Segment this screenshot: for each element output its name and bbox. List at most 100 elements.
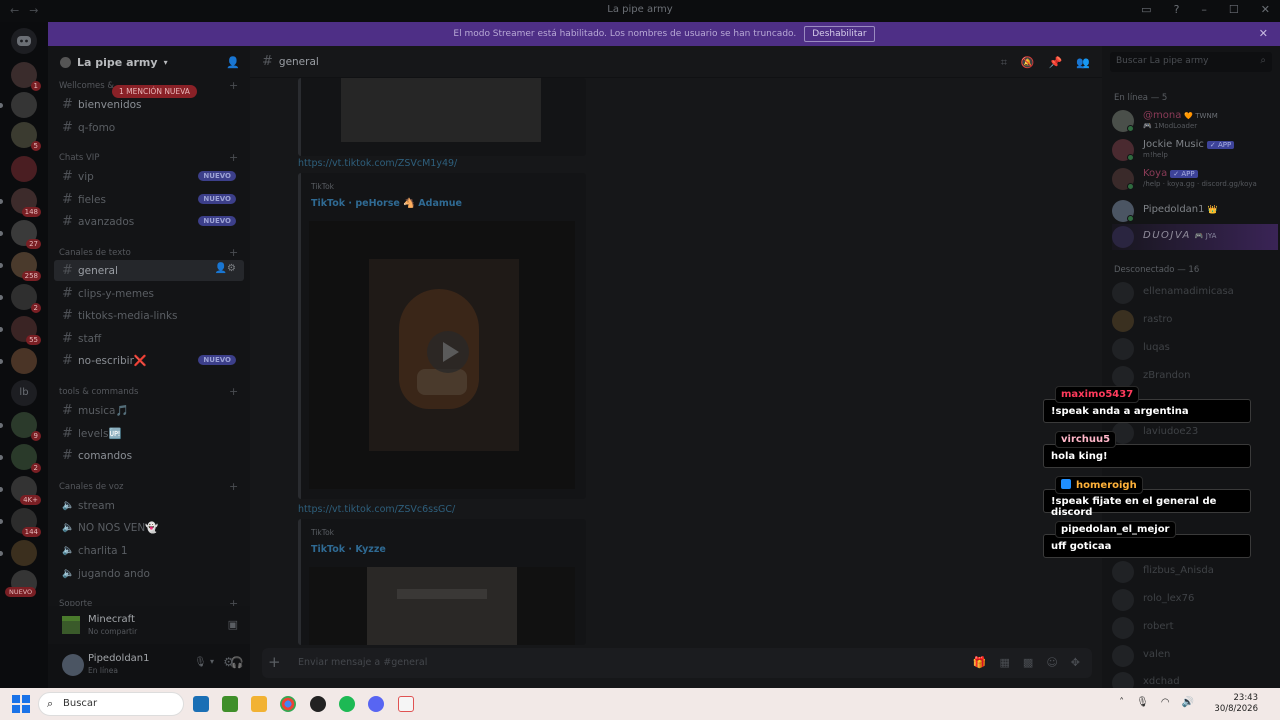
disable-streamer-button[interactable]: Deshabilitar	[804, 26, 875, 42]
member-item[interactable]: ellenamadimicasa	[1112, 280, 1278, 306]
channel-tiktoks-media-links[interactable]: # tiktoks-media-links	[54, 305, 244, 326]
maximize-button[interactable]: ☐	[1229, 3, 1239, 16]
avatar[interactable]	[62, 654, 84, 676]
voice-channel-jugando-ando[interactable]: 🔈 jugando ando	[54, 563, 244, 584]
member-item[interactable]: laviudoe23	[1112, 420, 1278, 446]
system-clock[interactable]: 23:43 30/8/2026	[1214, 693, 1258, 715]
server-icon-2[interactable]	[0, 92, 37, 118]
server-header[interactable]: La pipe army ▾ 👤	[48, 46, 250, 78]
channel-fieles[interactable]: # fieles NUEVO	[54, 189, 244, 210]
category-voice[interactable]: Canales de voz +	[59, 480, 238, 493]
emoji-icon[interactable]: ☺	[1046, 656, 1057, 669]
voice-channel-charlita[interactable]: 🔈 charlita 1	[54, 540, 244, 561]
obs-icon[interactable]	[310, 696, 326, 712]
gif-icon[interactable]: ▦	[1000, 656, 1010, 669]
voice-channel-stream[interactable]: 🔈 stream	[54, 495, 244, 516]
member-item[interactable]: rastro	[1112, 308, 1278, 334]
embed-thumbnail[interactable]	[341, 78, 541, 142]
add-channel-icon[interactable]: +	[229, 246, 238, 259]
category-text[interactable]: Canales de texto +	[59, 246, 238, 259]
chrome-icon[interactable]	[280, 696, 296, 712]
store-app-icon[interactable]	[193, 696, 209, 712]
message-composer[interactable]: + Enviar mensaje a #general 🎁 ▦ ▩ ☺ ✥	[262, 648, 1092, 678]
server-icon-6[interactable]: 27	[0, 220, 41, 249]
server-icon-11[interactable]: 9	[0, 412, 41, 441]
gift-icon[interactable]: 🎁	[973, 656, 987, 669]
server-icon-15[interactable]	[0, 540, 37, 566]
add-attachment-icon[interactable]: +	[268, 653, 281, 671]
server-icon-10[interactable]	[0, 348, 37, 374]
video-thumbnail[interactable]	[309, 567, 575, 645]
inbox-icon[interactable]: ▭	[1141, 3, 1151, 16]
threads-icon[interactable]: ⌗	[1001, 56, 1007, 70]
spotify-icon[interactable]	[339, 696, 355, 712]
channel-settings-icons[interactable]: 👤⚙	[215, 263, 236, 274]
video-thumbnail[interactable]	[309, 221, 575, 489]
category-vip[interactable]: Chats VIP +	[59, 151, 238, 164]
channel-avanzados[interactable]: # avanzados NUEVO	[54, 211, 244, 232]
member-item[interactable]: Pipedoldan1 👑	[1112, 198, 1278, 224]
chevron-up-icon[interactable]: ˄	[1119, 697, 1124, 708]
channel-levels[interactable]: # levels🆙	[54, 423, 244, 444]
banner-close-icon[interactable]: ✕	[1259, 27, 1268, 40]
discord-home-icon[interactable]	[11, 28, 37, 54]
server-icon-8[interactable]: 2	[0, 284, 41, 313]
gear-icon[interactable]: ⚙	[223, 655, 234, 669]
server-icon-14[interactable]: 144	[0, 508, 41, 537]
server-icon-3[interactable]: 5	[11, 122, 41, 151]
embed-title[interactable]: TikTok · peHorse 🐴 Adamue	[311, 198, 462, 209]
discord-app-icon[interactable]	[368, 696, 384, 712]
add-channel-icon[interactable]: +	[229, 79, 238, 92]
notifications-muted-icon[interactable]: 🔕	[1021, 56, 1035, 70]
server-icon-5[interactable]: 148	[0, 188, 41, 217]
member-item[interactable]: @mona 🧡 TWNM 🎮 1ModLoader	[1112, 108, 1278, 134]
channel-musica[interactable]: # musica🎵	[54, 400, 244, 421]
windows-start-icon[interactable]	[12, 695, 30, 713]
channel-staff[interactable]: # staff	[54, 328, 244, 349]
member-item[interactable]: Koya ✓ APP /help · koya.gg · discord.gg/k…	[1112, 166, 1278, 192]
file-explorer-icon[interactable]	[251, 696, 267, 712]
sticker-icon[interactable]: ▩	[1023, 656, 1033, 669]
microphone-icon[interactable]: 🎙	[194, 657, 207, 668]
search-input[interactable]: Buscar La pipe army ⌕	[1110, 52, 1272, 72]
channel-general[interactable]: # general 👤⚙	[54, 260, 244, 281]
member-item[interactable]: valen	[1112, 643, 1278, 669]
member-list-icon[interactable]: 👥	[1076, 56, 1090, 70]
voice-channel-no-nos-ven[interactable]: 🔈 NO NOS VEN👻	[54, 517, 244, 538]
wifi-icon[interactable]: ◠	[1161, 697, 1170, 708]
member-item[interactable]: DUOJVA 🎮 JYA	[1112, 224, 1278, 250]
minimize-button[interactable]: –	[1201, 3, 1207, 16]
add-channel-icon[interactable]: +	[229, 385, 238, 398]
add-channel-icon[interactable]: +	[229, 480, 238, 493]
embed-title[interactable]: TikTok · Kyzze	[311, 544, 386, 555]
server-icon-1[interactable]: 1	[11, 62, 41, 91]
play-button[interactable]	[427, 331, 469, 373]
microphone-tray-icon[interactable]: 🎙	[1136, 697, 1149, 708]
help-icon[interactable]: ?	[1174, 3, 1180, 16]
member-item[interactable]: robert	[1112, 615, 1278, 641]
member-item[interactable]: rolo_lex76	[1112, 587, 1278, 613]
channel-clips-y-memes[interactable]: # clips-y-memes	[54, 283, 244, 304]
member-item[interactable]: luqas	[1112, 336, 1278, 362]
channel-bienvenidos[interactable]: # bienvenidos	[54, 94, 244, 115]
message-link[interactable]: https://vt.tiktok.com/ZSVcM1y49/	[298, 158, 457, 169]
channel-no-escribir[interactable]: # no-escribir❌ NUEVO	[54, 350, 244, 371]
server-icon-13[interactable]: 4K+	[0, 476, 41, 505]
screen-share-icon[interactable]: ▣	[228, 618, 238, 631]
member-item[interactable]: flizbus_Anisda	[1112, 559, 1278, 585]
server-icon-7[interactable]: 258	[0, 252, 41, 281]
category-tools[interactable]: tools & commands +	[59, 385, 238, 398]
member-item[interactable]: Jockie Music ✓ APP m!help	[1112, 137, 1278, 163]
server-icon-4[interactable]	[11, 156, 37, 182]
invite-people-icon[interactable]: 👤	[226, 56, 240, 69]
add-channel-icon[interactable]: +	[229, 151, 238, 164]
volume-icon[interactable]: 🔊	[1182, 697, 1194, 708]
message-link[interactable]: https://vt.tiktok.com/ZSVc6ssGC/	[298, 504, 455, 515]
server-icon-lb[interactable]: lb	[11, 380, 37, 406]
server-icon-9[interactable]: 55	[0, 316, 41, 345]
chevron-down-icon[interactable]: ▾	[210, 657, 214, 666]
minecraft-app-icon[interactable]	[222, 696, 238, 712]
taskbar-search-input[interactable]: ⌕ Buscar	[38, 692, 184, 716]
close-window-button[interactable]: ✕	[1261, 3, 1270, 16]
calendar-app-icon[interactable]	[398, 696, 414, 712]
